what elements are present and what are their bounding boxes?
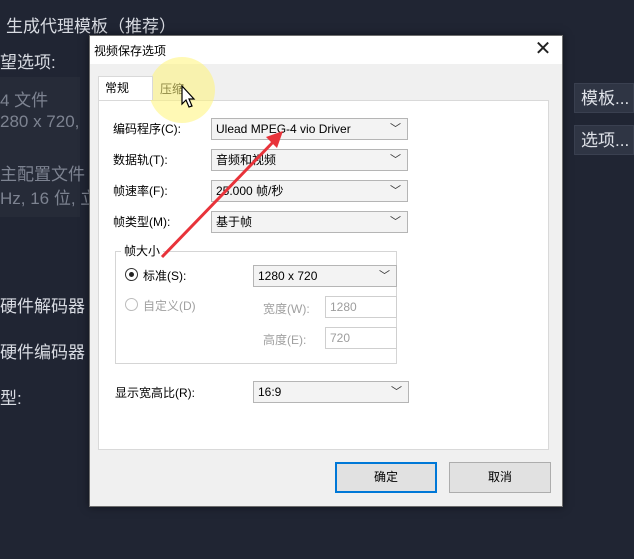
mouse-cursor-icon [181, 85, 196, 108]
red-arrow-icon [160, 131, 283, 259]
tab-general[interactable]: 常规 [98, 76, 153, 100]
